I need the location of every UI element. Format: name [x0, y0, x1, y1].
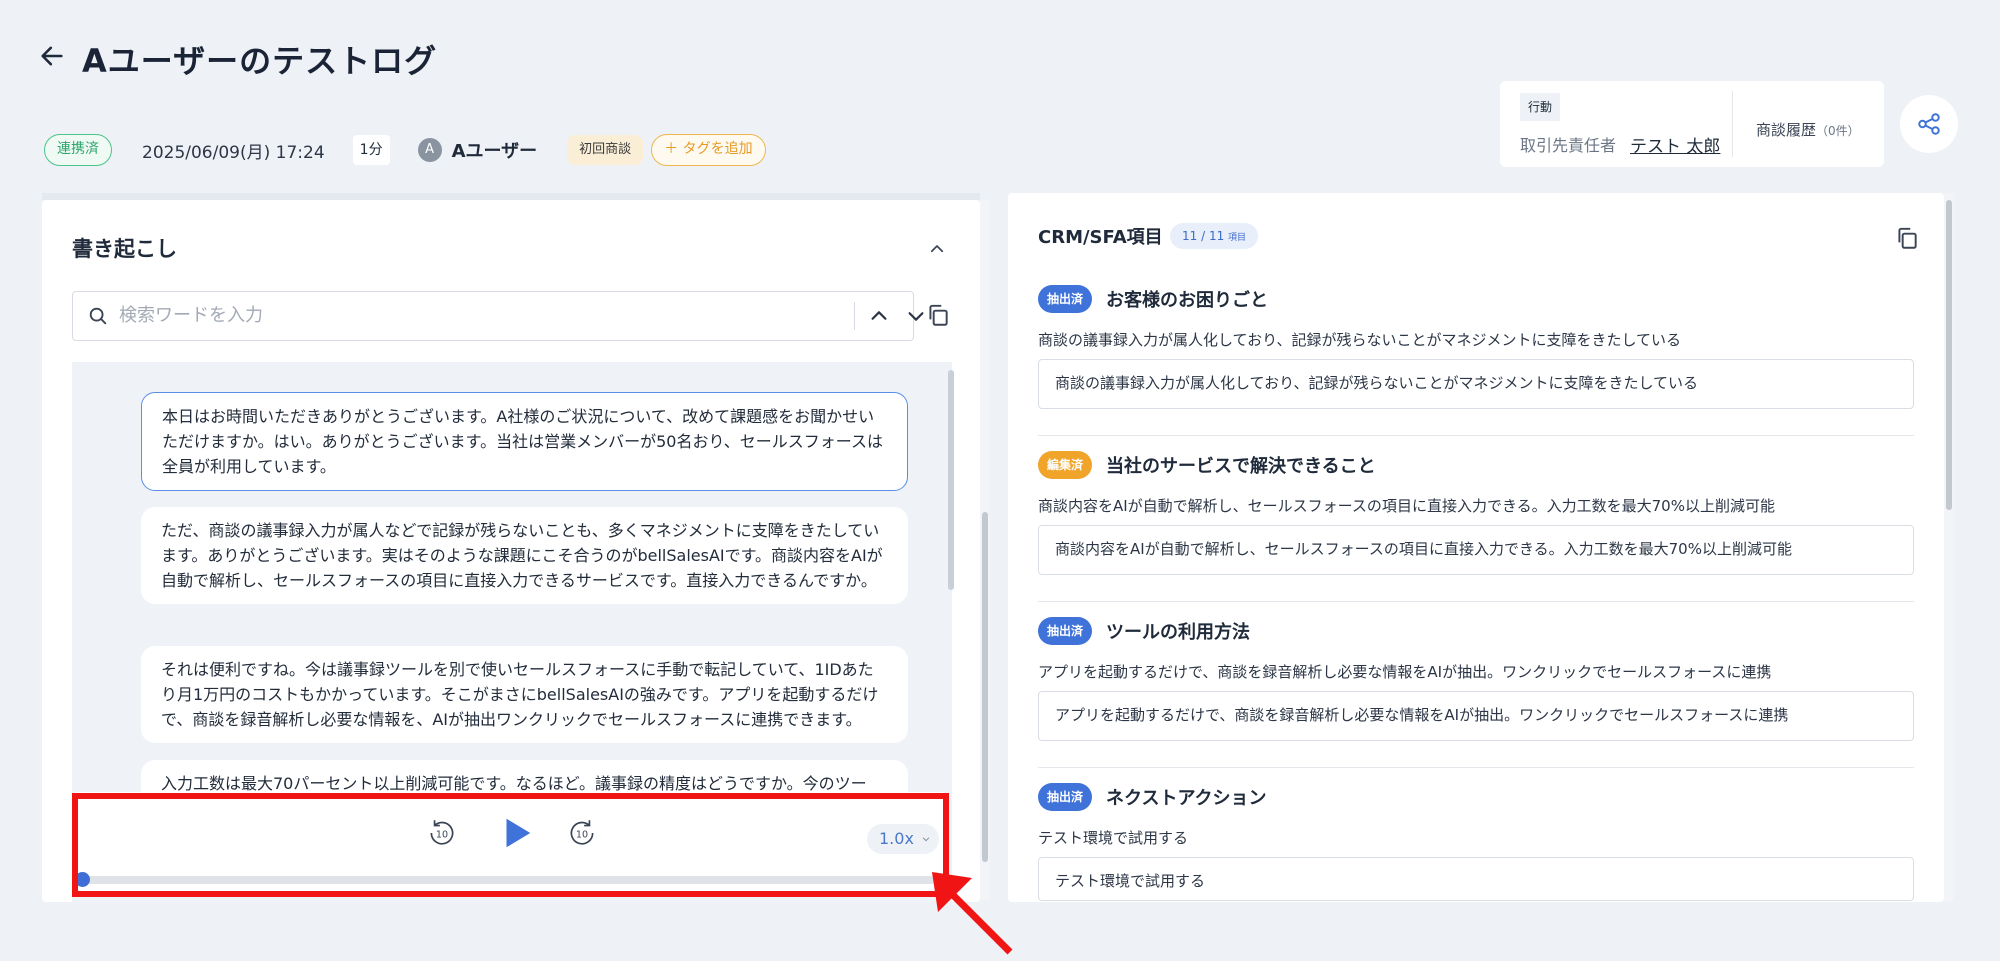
add-tag-button[interactable]: ＋ タグを追加 [651, 134, 766, 166]
contact-name-link[interactable]: テスト 太郎 [1630, 132, 1720, 157]
back-arrow-icon[interactable] [38, 42, 66, 70]
next-result-chevron-down-icon[interactable] [905, 305, 927, 327]
section-description: アプリを起動するだけで、商談を録音解析し必要な情報をAIが抽出。ワンクリックでセ… [1038, 663, 1772, 681]
copy-icon[interactable] [925, 302, 951, 328]
prev-result-chevron-up-icon[interactable] [868, 305, 890, 327]
meeting-duration: 1分 [352, 135, 390, 165]
section-value-field[interactable]: アプリを起動するだけで、商談を録音解析し必要な情報をAIが抽出。ワンクリックでセ… [1038, 691, 1914, 741]
chevron-up-icon[interactable] [928, 240, 946, 258]
section-value-field[interactable]: テスト環境で試用する [1038, 857, 1914, 901]
crm-scrollbar-thumb[interactable] [1946, 200, 1952, 510]
transcript-scrollbar[interactable] [948, 370, 954, 590]
action-label: 行動 [1520, 93, 1561, 121]
search-box [72, 291, 924, 341]
section-description: 商談の議事録入力が属人化しており、記録が残らないことがマネジメントに支障をきたし… [1038, 331, 1682, 349]
crm-title: CRM/SFA項目 [1038, 227, 1163, 248]
contact-label: 取引先責任者 [1520, 136, 1617, 155]
meeting-date: 2025/06/09(月) 17:24 [142, 142, 325, 163]
linked-status-badge: 連携済 [44, 134, 112, 166]
copy-icon[interactable] [1894, 225, 1920, 251]
crm-panel: CRM/SFA項目 11 / 11 項目 抽出済 お客様のお困りごと 商談の議事… [1008, 193, 1944, 902]
section-divider [1038, 767, 1914, 768]
status-badge: 抽出済 [1038, 617, 1093, 645]
section-title: お客様のお困りごと [1106, 290, 1268, 311]
page-title: Aユーザーのテストログ [82, 42, 438, 80]
section-description: テスト環境で試用する [1038, 829, 1189, 847]
panel-top-border [42, 193, 980, 200]
status-badge: 抽出済 [1038, 285, 1093, 313]
search-separator [854, 302, 855, 330]
search-icon [89, 307, 107, 325]
section-title: 当社のサービスで解決できること [1106, 456, 1376, 477]
meeting-history-button[interactable]: 商談履歴（0件） [1756, 119, 1860, 140]
section-title: ネクストアクション [1106, 788, 1267, 809]
section-divider [1038, 601, 1914, 602]
search-input[interactable] [119, 305, 639, 326]
section-title: ツールの利用方法 [1106, 622, 1250, 643]
avatar: A [417, 138, 442, 162]
history-count: （0件） [1816, 124, 1860, 138]
history-label: 商談履歴 [1756, 121, 1817, 139]
crm-count-unit: 項目 [1228, 233, 1247, 243]
status-badge: 編集済 [1038, 451, 1093, 479]
left-panel-scrollbar-thumb[interactable] [982, 512, 988, 862]
crm-count-value: 11 / 11 [1182, 229, 1225, 243]
status-badge: 抽出済 [1038, 783, 1093, 811]
transcript-message[interactable]: それは便利ですね。今は議事録ツールを別で使いセールスフォースに手動で転記していて… [141, 646, 908, 743]
red-arrow-annotation [932, 872, 1013, 955]
section-value-field[interactable]: 商談内容をAIが自動で解析し、セールスフォースの項目に直接入力できる。入力工数を… [1038, 525, 1914, 575]
transcript-message[interactable]: 本日はお時間いただきありがとうございます。A社様のご状況について、改めて課題感を… [141, 392, 908, 491]
user-name: Aユーザー [451, 141, 538, 162]
highlight-annotation-box [72, 793, 949, 897]
activity-info-card: 行動 取引先責任者 テスト 太郎 商談履歴（0件） [1500, 81, 1884, 167]
crm-item-count: 11 / 11 項目 [1170, 223, 1259, 249]
section-divider [1038, 435, 1914, 436]
section-value-field[interactable]: 商談の議事録入力が属人化しており、記録が残らないことがマネジメントに支障をきたし… [1038, 359, 1914, 409]
transcript-message[interactable]: ただ、商談の議事録入力が属人などで記録が残らないことも、多くマネジメントに支障を… [141, 507, 908, 604]
transcript-title: 書き起こし [72, 237, 177, 261]
meta-row: 連携済 2025/06/09(月) 17:24 1分 A Aユーザー 初回商談 … [44, 133, 766, 167]
share-button[interactable] [1900, 95, 1958, 153]
tag-first-meeting[interactable]: 初回商談 [567, 135, 644, 165]
share-icon [1918, 113, 1940, 135]
section-description: 商談内容をAIが自動で解析し、セールスフォースの項目に直接入力できる。入力工数を… [1038, 497, 1775, 515]
card-divider [1732, 91, 1733, 157]
